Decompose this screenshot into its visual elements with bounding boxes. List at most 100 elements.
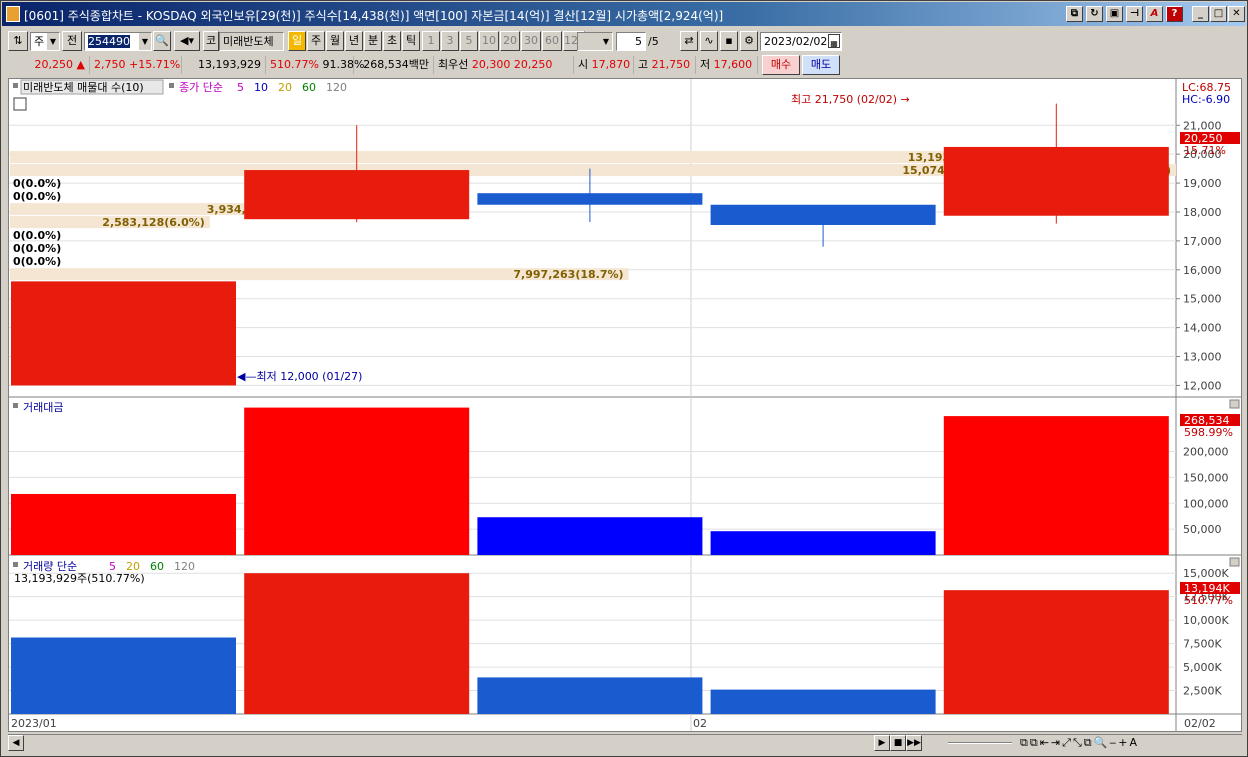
high-annotation: 최고 21,750 (02/02) → (791, 93, 910, 106)
name-prefix: 코 (203, 31, 219, 51)
ma-period-label: 60 (302, 81, 316, 94)
link-icon[interactable]: ⧉ (1066, 6, 1083, 22)
interval-select[interactable]: ▼ (577, 32, 613, 51)
window-title: [0601] 주식종합차트 - KOSDAQ 외국인보유[29(천)] 주식수[… (24, 9, 724, 23)
period-6-button[interactable]: 틱 (402, 31, 420, 51)
volume-bar (244, 573, 470, 714)
amount-bar (710, 531, 936, 555)
period-4-button[interactable]: 분 (364, 31, 382, 51)
play-icon[interactable]: ▶ (874, 735, 890, 751)
stop-icon[interactable]: ■ (890, 735, 906, 751)
save-icon[interactable]: ▪ (720, 31, 738, 51)
font-icon[interactable]: A (1146, 6, 1163, 22)
pin-icon[interactable]: ⊣ (1126, 6, 1143, 22)
candle-body (943, 146, 1169, 216)
amount-bar (244, 407, 470, 555)
fast-forward-icon[interactable]: ▶▶ (906, 735, 922, 751)
volume-profile-label: 0(0.0%) (13, 229, 61, 242)
panel-close-icon (1229, 557, 1240, 567)
price-current-pct: 15.71% (1184, 144, 1226, 157)
amount-tick-label: 150,000 (1183, 471, 1229, 484)
market-type-select[interactable]: 주 ▼ (30, 32, 60, 51)
interval-20-button[interactable]: 20 (500, 31, 520, 51)
volume-ma-label: 60 (150, 560, 164, 573)
window-icon[interactable]: ▣ (1106, 6, 1123, 22)
volume-profile-label: 0(0.0%) (13, 190, 61, 203)
interval-3-button[interactable]: 3 (441, 31, 459, 51)
x-axis-right-label: 02/02 (1184, 717, 1216, 730)
search-icon[interactable]: 🔍 (153, 31, 171, 51)
panel-close-icon (1229, 399, 1240, 409)
amount-tick-label: 200,000 (1183, 446, 1229, 459)
date-input[interactable]: 2023/02/02 ▦ (760, 32, 842, 51)
chart-scrollbar[interactable]: ◀ ▶ ■ ▶▶ ⧉⧉⇤⇥⤢⤡⧉🔍‒+A (8, 734, 1242, 751)
buy-button[interactable]: 매수 (762, 55, 800, 75)
refresh-icon[interactable]: ↻ (1086, 6, 1103, 22)
scroll-left-button[interactable]: ◀ (8, 735, 24, 751)
volume-bar (943, 590, 1169, 714)
high-value: 고 21,750 (634, 56, 696, 74)
amount-legend-title: 거래대금 (23, 401, 63, 414)
scroll-left-icon[interactable]: ⇄ (680, 31, 698, 51)
volume-profile-label: 0(0.0%) (13, 255, 61, 268)
price-tick-label: 15,000 (1183, 293, 1222, 306)
sell-button[interactable]: 매도 (802, 55, 840, 75)
main-window: [0601] 주식종합차트 - KOSDAQ 외국인보유[29(천)] 주식수[… (0, 0, 1248, 757)
volume-profile-label: 2,583,128(6.0%) (102, 216, 205, 229)
interval-5-button[interactable]: 5 (460, 31, 478, 51)
x-axis-label: 2023/01 (11, 717, 57, 730)
chart-area[interactable]: 21,000 20,000 19,000 18,000 17,000 16,000 15,0… (8, 78, 1242, 732)
toolbar-main: ⇅ 주 ▼ 전 254490 ▼ 🔍 ◀▾ 코 미래반도체 일주월년분초틱 1351… (2, 28, 1246, 54)
period-5-button[interactable]: 초 (383, 31, 401, 51)
volume-ratio: 510.77% 91.38% (266, 56, 364, 74)
chart-tool-icons[interactable]: ⧉⧉⇤⇥⤢⤡⧉🔍‒+A (1020, 736, 1139, 750)
candle-body (477, 193, 703, 205)
interval-1-button[interactable]: 1 (422, 31, 440, 51)
toggle-icon[interactable]: ⇅ (8, 31, 28, 51)
count-input[interactable]: 5 (616, 32, 646, 51)
x-axis-label: 02 (693, 717, 707, 730)
candle-body (11, 281, 236, 386)
volume-current-pct: 510.77% (1184, 594, 1233, 607)
ma-period-label: 10 (254, 81, 268, 94)
settings-icon[interactable]: ⚙ (740, 31, 758, 51)
minimize-button[interactable]: _ (1192, 6, 1209, 22)
quote-bar: 20,250 ▲ 2,750 +15.71% 13,193,929 510.77… (2, 54, 1246, 76)
period-0-button[interactable]: 일 (288, 31, 306, 51)
help-icon[interactable]: ? (1166, 6, 1183, 22)
price-tick-label: 14,000 (1183, 322, 1222, 335)
chart-svg[interactable]: 21,00020,00019,00018,00017,00016,00015,0… (9, 79, 1241, 731)
interval-30-button[interactable]: 30 (521, 31, 541, 51)
speaker-icon[interactable]: ◀▾ (174, 31, 200, 51)
amount-bar (943, 416, 1169, 555)
interval-60-button[interactable]: 60 (542, 31, 562, 51)
chart-icon[interactable]: ∿ (700, 31, 718, 51)
ma-period-label: 120 (326, 81, 347, 94)
interval-10-button[interactable]: 10 (479, 31, 499, 51)
volume-profile-label: 0(0.0%) (13, 242, 61, 255)
candle-body (710, 204, 936, 225)
price-tick-label: 13,000 (1183, 351, 1222, 364)
calendar-icon[interactable]: ▦ (828, 34, 840, 48)
period-1-button[interactable]: 주 (307, 31, 325, 51)
low-value: 저 17,600 (696, 56, 758, 74)
volume-current-text: 13,193,929주(510.77%) (14, 572, 145, 585)
prev-button[interactable]: 전 (62, 31, 82, 51)
volume-ma-label: 120 (174, 560, 195, 573)
period-3-button[interactable]: 년 (345, 31, 363, 51)
period-2-button[interactable]: 월 (326, 31, 344, 51)
price-tick-label: 18,000 (1183, 206, 1222, 219)
volume-profile-label: 7,997,263(18.7%) (513, 268, 623, 281)
stock-name: 미래반도체 (219, 32, 284, 51)
ma-period-label: 20 (278, 81, 292, 94)
close-button[interactable]: ✕ (1228, 6, 1245, 22)
app-icon (6, 6, 20, 22)
maximize-button[interactable]: □ (1210, 6, 1227, 22)
table-icon (13, 97, 27, 111)
change-value: 2,750 +15.71% (90, 56, 182, 74)
zoom-slider[interactable] (948, 742, 1012, 744)
price-tick-label: 19,000 (1183, 177, 1222, 190)
code-input[interactable]: 254490 ▼ (84, 32, 152, 51)
volume-bar (11, 637, 236, 714)
count-total: /5 (648, 35, 659, 48)
